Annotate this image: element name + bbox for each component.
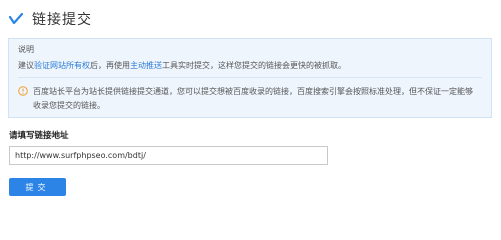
page: 链接提交 说明 建议验证网站所有权后，再使用主动推送工具实时提交，这样您提交的链… [0,0,501,204]
brand-check-icon [9,13,23,25]
warning-text: 百度站长平台为站长提供链接提交通道，您可以提交想被百度收录的链接，百度搜索引擎会… [33,87,473,110]
notice-divider [18,77,482,78]
page-title: 链接提交 [32,12,92,28]
notice-text-prefix: 建议 [18,61,34,70]
url-field-label: 请填写链接地址 [9,131,69,141]
header: 链接提交 [9,8,92,30]
verify-ownership-link[interactable]: 验证网站所有权 [34,61,90,70]
notice-description: 建议验证网站所有权后，再使用主动推送工具实时提交，这样您提交的链接会更快的被抓取… [18,60,346,71]
url-input[interactable] [9,146,328,165]
notice-text-suffix: 工具实时提交，这样您提交的链接会更快的被抓取。 [162,61,346,70]
notice-text-mid: 后，再使用 [90,61,130,70]
submit-button[interactable]: 提交 [9,178,66,196]
notice-heading: 说明 [18,45,34,54]
active-push-link[interactable]: 主动推送 [130,61,162,70]
warning-icon [18,86,28,96]
notice-warning: 百度站长平台为站长提供链接提交通道，您可以提交想被百度收录的链接，百度搜索引擎会… [18,85,480,113]
notice-panel: 说明 建议验证网站所有权后，再使用主动推送工具实时提交，这样您提交的链接会更快的… [8,38,492,118]
